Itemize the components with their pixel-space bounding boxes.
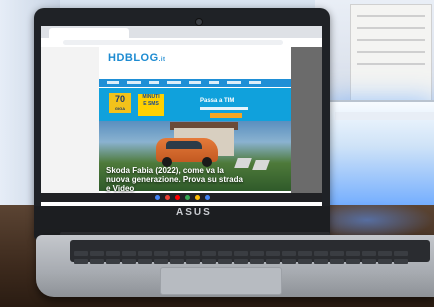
promo-badge-unit: GIGA (114, 106, 126, 111)
browser-tab-strip (41, 26, 322, 38)
key[interactable] (122, 259, 136, 264)
logo-suffix: .it (158, 57, 166, 63)
menu-item[interactable] (167, 81, 181, 84)
address-bar[interactable] (63, 40, 283, 45)
promo-cta-button[interactable] (210, 113, 242, 118)
site-nav (104, 70, 290, 83)
promo-subtext (200, 107, 248, 110)
youtube-icon[interactable] (175, 195, 180, 200)
promo-box-line1: MINUTI (142, 94, 160, 100)
key[interactable] (346, 259, 360, 264)
logo-text: HDBLOG (108, 52, 159, 64)
menu-item[interactable] (227, 81, 241, 84)
promo-box: MINUTI E SMS (138, 94, 164, 116)
site-menu-bar (99, 79, 291, 87)
menu-item[interactable] (149, 81, 159, 84)
chromeos-shelf (41, 193, 322, 202)
promo-headline: Passa a TIM (200, 98, 235, 104)
menu-item[interactable] (127, 81, 141, 84)
menu-item[interactable] (249, 81, 261, 84)
photo-scene: HDBLOG.it 70 GIGA MINUTI E SMS Passa a T… (0, 0, 434, 307)
key[interactable] (266, 259, 280, 264)
site-logo[interactable]: HDBLOG.it (108, 52, 166, 64)
menu-item[interactable] (107, 81, 119, 84)
key[interactable] (154, 259, 168, 264)
key[interactable] (330, 259, 344, 264)
page-gutter-left (41, 47, 99, 197)
key[interactable] (202, 259, 216, 264)
key[interactable] (378, 259, 392, 264)
background-paper (350, 4, 432, 102)
key[interactable] (218, 259, 232, 264)
keyboard-row (74, 251, 410, 264)
key[interactable] (234, 259, 248, 264)
files-icon[interactable] (195, 195, 200, 200)
key[interactable] (298, 259, 312, 264)
keyboard-row (74, 243, 410, 256)
touchpad[interactable] (160, 267, 282, 295)
background-monitor (325, 100, 434, 214)
key[interactable] (362, 259, 376, 264)
chrome-icon[interactable] (155, 195, 160, 200)
key[interactable] (250, 259, 264, 264)
hero-headline[interactable]: Skoda Fabia (2022), come va la nuova gen… (106, 166, 248, 193)
key[interactable] (90, 259, 104, 264)
menu-item[interactable] (209, 81, 219, 84)
key[interactable] (314, 259, 328, 264)
key[interactable] (106, 259, 120, 264)
gmail-icon[interactable] (165, 195, 170, 200)
key[interactable] (282, 259, 296, 264)
key[interactable] (138, 259, 152, 264)
key[interactable] (186, 259, 200, 264)
key[interactable] (394, 259, 408, 264)
docs-icon[interactable] (205, 195, 210, 200)
promo-badge: 70 GIGA (109, 93, 131, 113)
menu-item[interactable] (189, 81, 201, 84)
hero-car-window (166, 141, 202, 149)
promo-badge-value: 70 (114, 94, 125, 104)
promo-box-line2: E SMS (143, 101, 159, 107)
key[interactable] (170, 259, 184, 264)
play-store-icon[interactable] (185, 195, 190, 200)
key[interactable] (74, 259, 88, 264)
camera-icon (195, 18, 203, 26)
page-gutter-right (291, 47, 322, 197)
browser-tab[interactable] (49, 28, 129, 38)
brand-logo: ASUS (176, 207, 212, 218)
